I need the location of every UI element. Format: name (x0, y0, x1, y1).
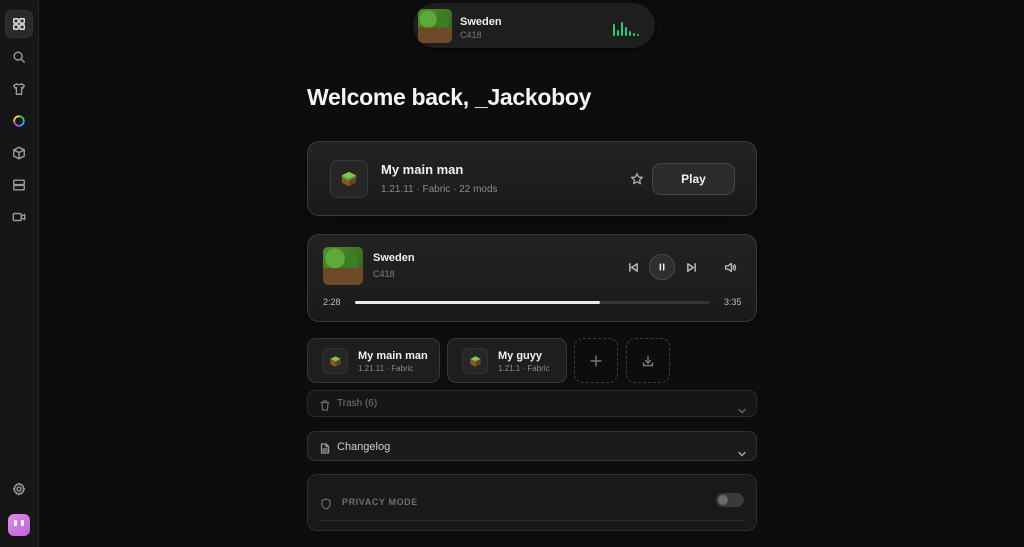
sidebar (0, 0, 39, 547)
gear-icon (12, 482, 26, 496)
privacy-mode-toggle[interactable] (716, 493, 744, 507)
add-instance-button[interactable] (574, 338, 618, 383)
server-icon (13, 179, 25, 191)
sidebar-item-settings[interactable] (5, 475, 33, 503)
music-player-card: Sweden C418 2:28 3:35 (307, 234, 757, 322)
grass-block-icon (330, 160, 368, 198)
changelog-section[interactable]: Changelog (307, 431, 757, 461)
cube-icon (13, 146, 25, 160)
instance-name: My guyy (498, 350, 543, 362)
album-art (323, 247, 363, 285)
document-icon (320, 441, 330, 459)
featured-profile-card: My main man 1.21.11 · Fabric · 22 mods P… (307, 141, 757, 216)
total-time: 3:35 (724, 297, 742, 307)
avatar[interactable] (8, 514, 30, 536)
divider (320, 520, 744, 521)
instance-tile[interactable]: My main man 1.21.11 · Fabric (307, 338, 440, 383)
instance-meta: 1.21.11 · Fabric (358, 364, 414, 373)
instance-meta: 1.21.1 · Fabric (498, 364, 550, 373)
page-title: Welcome back, _Jackoboy (307, 84, 592, 110)
shield-icon (321, 497, 331, 515)
color-ring-icon (13, 115, 25, 127)
changelog-label: Changelog (337, 441, 391, 453)
sidebar-item-servers[interactable] (5, 171, 33, 199)
mini-track-title: Sweden (460, 16, 502, 28)
instance-tile[interactable]: My guyy 1.21.1 · Fabric (447, 338, 567, 383)
plus-icon (590, 354, 602, 367)
skip-forward-icon (686, 262, 696, 272)
privacy-mode-label: PRIVACY MODE (342, 497, 418, 507)
trash-section[interactable]: Trash (6) (307, 390, 757, 417)
track-artist: C418 (373, 269, 395, 279)
sidebar-item-search[interactable] (5, 43, 33, 71)
sidebar-item-home[interactable] (5, 10, 33, 38)
sidebar-item-cosmetics[interactable] (5, 75, 33, 103)
volume-icon (724, 262, 736, 272)
grid-icon (13, 18, 25, 30)
profile-name: My main man (381, 162, 464, 177)
previous-button[interactable] (626, 260, 640, 274)
favorite-button[interactable] (630, 172, 644, 186)
chevron-down-icon (738, 401, 746, 419)
video-icon (12, 212, 26, 222)
trash-label: Trash (6) (337, 398, 378, 409)
sidebar-item-recordings[interactable] (5, 203, 33, 231)
pause-button[interactable] (649, 254, 675, 280)
progress-bar[interactable] (355, 301, 710, 304)
album-art (418, 9, 452, 43)
pause-icon (659, 263, 665, 271)
shirt-icon (13, 83, 25, 95)
star-icon (630, 172, 644, 185)
progress-fill (355, 301, 600, 304)
grass-block-icon (322, 348, 348, 374)
privacy-mode-card: PRIVACY MODE (307, 474, 757, 531)
chevron-down-icon (738, 444, 746, 462)
play-button[interactable]: Play (652, 163, 735, 195)
track-title: Sweden (373, 252, 415, 264)
next-button[interactable] (684, 260, 698, 274)
download-icon (642, 355, 654, 366)
skip-back-icon (628, 262, 638, 272)
import-instance-button[interactable] (626, 338, 670, 383)
instance-name: My main man (358, 350, 428, 362)
mini-track-artist: C418 (460, 30, 482, 40)
equalizer-icon (613, 21, 643, 36)
sidebar-item-themes[interactable] (5, 107, 33, 135)
search-icon (13, 51, 25, 63)
profile-meta: 1.21.11 · Fabric · 22 mods (381, 184, 498, 195)
trash-icon (320, 398, 330, 416)
volume-button[interactable] (722, 259, 738, 275)
mini-player[interactable]: Sweden C418 (413, 3, 655, 48)
elapsed-time: 2:28 (323, 297, 341, 307)
sidebar-item-mods[interactable] (5, 139, 33, 167)
grass-block-icon (462, 348, 488, 374)
